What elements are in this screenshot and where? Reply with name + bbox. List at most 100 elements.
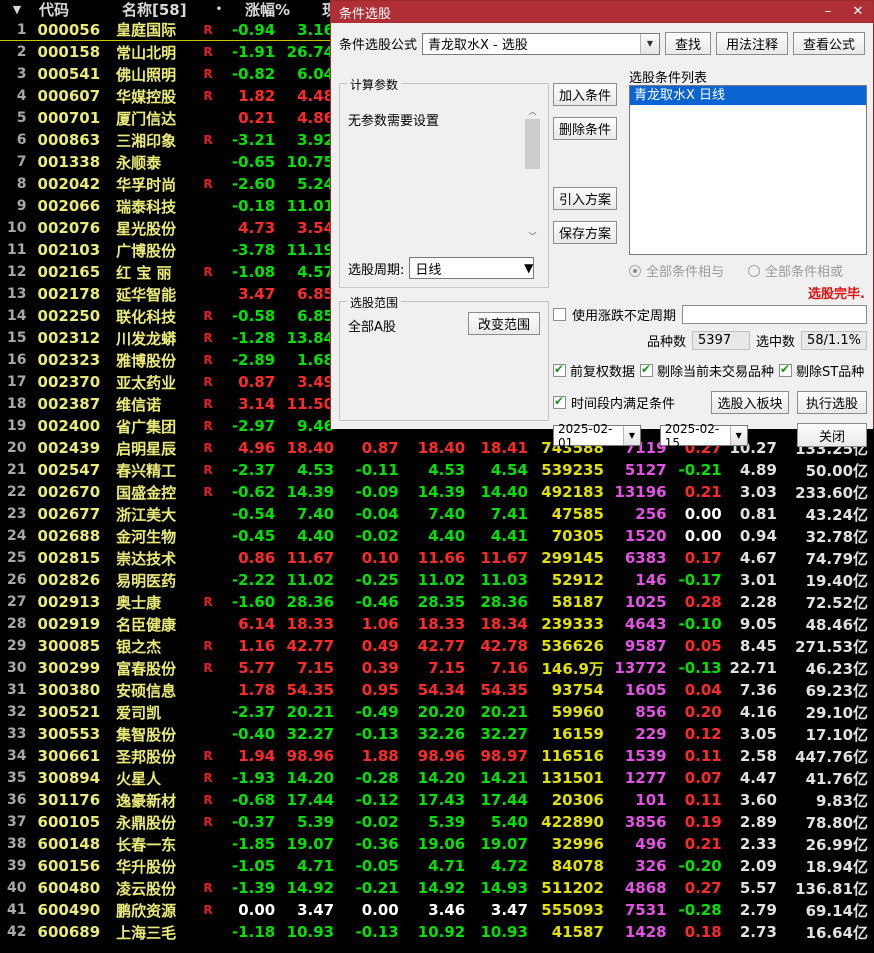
stock-code[interactable]: 002439 (33, 439, 117, 457)
in-period-group[interactable]: 时间段内满足条件 (553, 393, 675, 412)
column-header-change-pct[interactable]: 涨幅% (232, 0, 294, 20)
stock-code[interactable]: 002250 (33, 307, 117, 325)
stock-code[interactable]: 002042 (33, 175, 117, 193)
table-row[interactable]: 36 301176 逸豪新材 R -0.68 17.44 -0.12 17.43 17.44 20… (0, 789, 874, 811)
stock-code[interactable]: 300661 (33, 747, 117, 765)
end-date-combo[interactable]: 2025-02-15 ▼ (659, 422, 748, 450)
stock-name[interactable]: 火星人 (116, 768, 196, 789)
stock-code[interactable]: 300299 (33, 659, 117, 677)
stock-name[interactable]: 维信诺 (116, 394, 196, 415)
condition-list-item[interactable]: 青龙取水X 日线 (630, 86, 866, 105)
stock-name[interactable]: 国盛金控 (116, 482, 196, 503)
stock-name[interactable]: 鹏欣资源 (116, 900, 196, 921)
stock-name[interactable]: 省广集团 (116, 416, 196, 437)
stock-code[interactable]: 000607 (33, 87, 117, 105)
table-row[interactable]: 25 002815 崇达技术 0.86 11.67 0.10 11.66 11.67 29914… (0, 547, 874, 569)
stock-name[interactable]: 华媒控股 (116, 86, 196, 107)
exclude-untraded-group[interactable]: 剔除当前未交易品种 (640, 361, 774, 380)
stock-code[interactable]: 002066 (33, 197, 117, 215)
view-formula-button[interactable]: 查看公式 (792, 32, 865, 55)
stock-code[interactable]: 600689 (33, 923, 117, 941)
stock-code[interactable]: 002370 (33, 373, 117, 391)
radio-and-icon[interactable] (629, 264, 641, 277)
use-updown-period-checkbox[interactable] (553, 308, 566, 321)
column-header-code[interactable]: 代码 (34, 0, 122, 20)
stock-code[interactable]: 000701 (33, 109, 117, 127)
stock-code[interactable]: 002165 (33, 263, 117, 281)
stock-code[interactable]: 600156 (33, 857, 117, 875)
table-row[interactable]: 33 300553 集智股份 -0.40 32.27 -0.13 32.26 32.27 161… (0, 723, 874, 745)
start-date-combo[interactable]: 2025-02-01 ▼ (553, 422, 641, 450)
stock-code[interactable]: 600480 (33, 879, 117, 897)
updown-period-input[interactable] (682, 305, 867, 324)
stock-name[interactable]: 川发龙蟒 (116, 328, 196, 349)
period-chevron-down-icon[interactable]: ▼ (524, 261, 533, 275)
exclude-st-checkbox[interactable] (779, 362, 793, 377)
table-row[interactable]: 22 002670 国盛金控 R -0.62 14.39 -0.09 14.39 14.40 49… (0, 481, 874, 503)
stock-name[interactable]: 逸豪新材 (116, 790, 196, 811)
table-row[interactable]: 41 600490 鹏欣资源 R 0.00 3.47 0.00 3.46 3.47 555093 7… (0, 899, 874, 921)
column-header-name[interactable]: 名称[58] (122, 0, 206, 20)
table-row[interactable]: 32 300521 爱司凯 -2.37 20.21 -0.49 20.20 20.21 5996… (0, 701, 874, 723)
stock-name[interactable]: 春兴精工 (116, 460, 196, 481)
table-row[interactable]: 21 002547 春兴精工 R -2.37 4.53 -0.11 4.53 4.54 53923… (0, 459, 874, 481)
stock-name[interactable]: 长春一东 (116, 834, 196, 855)
scroll-track[interactable] (525, 119, 540, 229)
add-to-sector-button[interactable]: 选股入板块 (711, 391, 789, 414)
radio-all-or[interactable]: 全部条件相或 (748, 261, 867, 280)
stock-code[interactable]: 002815 (33, 549, 117, 567)
stock-name[interactable]: 名臣健康 (116, 614, 196, 635)
stock-name[interactable]: 集智股份 (116, 724, 196, 745)
stock-code[interactable]: 000056 (33, 21, 117, 39)
stock-name[interactable]: 圣邦股份 (116, 746, 196, 767)
exclude-untraded-checkbox[interactable] (640, 362, 654, 377)
stock-code[interactable]: 002076 (33, 219, 117, 237)
stock-code[interactable]: 000541 (33, 65, 117, 83)
stock-name[interactable]: 爱司凯 (116, 702, 196, 723)
stock-code[interactable]: 002547 (33, 461, 117, 479)
stock-code[interactable]: 002913 (33, 593, 117, 611)
scroll-thumb[interactable] (525, 119, 540, 169)
stock-name[interactable]: 银之杰 (116, 636, 196, 657)
stock-code[interactable]: 300894 (33, 769, 117, 787)
save-plan-button[interactable]: 保存方案 (553, 221, 617, 244)
stock-name[interactable]: 富春股份 (116, 658, 196, 679)
stock-name[interactable]: 三湘印象 (116, 130, 196, 151)
stock-name[interactable]: 浙江美大 (116, 504, 196, 525)
table-row[interactable]: 30 300299 富春股份 R 5.77 7.15 0.39 7.15 7.16 146.9万 1… (0, 657, 874, 679)
forward-adjust-checkbox[interactable] (553, 362, 566, 377)
stock-name[interactable]: 启明星辰 (116, 438, 196, 459)
stock-code[interactable]: 002688 (33, 527, 117, 545)
stock-name[interactable]: 雅博股份 (116, 350, 196, 371)
in-period-checkbox[interactable] (553, 394, 566, 409)
stock-name[interactable]: 瑞泰科技 (116, 196, 196, 217)
stock-code[interactable]: 002400 (33, 417, 117, 435)
params-scrollbar[interactable]: ︿ ﹀ (525, 104, 540, 244)
table-row[interactable]: 40 600480 凌云股份 R -1.39 14.92 -0.21 14.92 14.93 51… (0, 877, 874, 899)
stock-code[interactable]: 600148 (33, 835, 117, 853)
add-condition-button[interactable]: 加入条件 (553, 83, 617, 106)
radio-all-and[interactable]: 全部条件相与 (629, 261, 748, 280)
stock-name[interactable]: 常山北明 (116, 42, 196, 63)
stock-name[interactable]: 上海三毛 (116, 922, 196, 943)
stock-code[interactable]: 002103 (33, 241, 117, 259)
exclude-st-group[interactable]: 剔除ST品种 (779, 361, 864, 380)
stock-name[interactable]: 崇达技术 (116, 548, 196, 569)
table-row[interactable]: 23 002677 浙江美大 -0.54 7.40 -0.04 7.40 7.41 47585 2… (0, 503, 874, 525)
stock-name[interactable]: 皇庭国际 (116, 19, 196, 40)
chevron-down-icon[interactable]: ▼ (639, 33, 659, 54)
table-row[interactable]: 34 300661 圣邦股份 R 1.94 98.96 1.88 98.96 98.97 1165… (0, 745, 874, 767)
table-row[interactable]: 29 300085 银之杰 R 1.16 42.77 0.49 42.77 42.78 53662… (0, 635, 874, 657)
stock-code[interactable]: 300553 (33, 725, 117, 743)
table-row[interactable]: 39 600156 华升股份 -1.05 4.71 -0.05 4.71 4.72 84078 3… (0, 855, 874, 877)
condition-list[interactable]: 青龙取水X 日线 (629, 85, 867, 255)
fwd-adjust-group[interactable]: 前复权数据 (553, 361, 635, 380)
stock-name[interactable]: 亚太药业 (116, 372, 196, 393)
stock-code[interactable]: 300380 (33, 681, 117, 699)
table-row[interactable]: 27 002913 奥士康 R -1.60 28.36 -0.46 28.35 28.36 581… (0, 591, 874, 613)
table-row[interactable]: 26 002826 易明医药 -2.22 11.02 -0.25 11.02 11.03 529… (0, 569, 874, 591)
table-row[interactable]: 28 002919 名臣健康 6.14 18.33 1.06 18.33 18.34 23933… (0, 613, 874, 635)
stock-code[interactable]: 002826 (33, 571, 117, 589)
stock-code[interactable]: 300085 (33, 637, 117, 655)
delete-condition-button[interactable]: 删除条件 (553, 117, 617, 140)
